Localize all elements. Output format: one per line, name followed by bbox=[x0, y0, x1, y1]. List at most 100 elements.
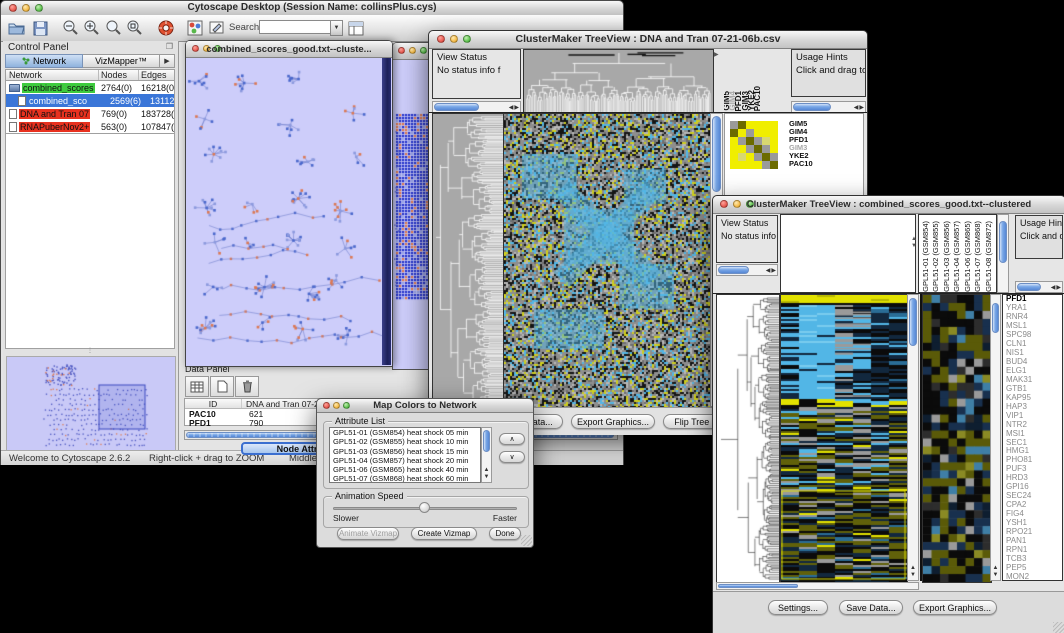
tv2-bottom-hscrollbar[interactable] bbox=[716, 582, 919, 590]
summary-cell[interactable] bbox=[770, 153, 778, 161]
hscroll-arrows[interactable]: ◀▶ bbox=[766, 265, 776, 275]
summary-cell[interactable] bbox=[738, 161, 746, 169]
summary-cell[interactable] bbox=[730, 121, 738, 129]
tab-overflow-arrow[interactable]: ▶ bbox=[160, 54, 175, 68]
summary-cell[interactable] bbox=[730, 153, 738, 161]
network-row[interactable]: RNAPuberNov2+563(0)107847(0) bbox=[6, 120, 174, 133]
hscroll-arrows[interactable]: ◀▶ bbox=[509, 102, 519, 112]
summary-cell[interactable] bbox=[762, 129, 770, 137]
summary-cell[interactable] bbox=[754, 145, 762, 153]
summary-cell[interactable] bbox=[746, 145, 754, 153]
network-row[interactable]: DNA and Tran 07769(0)183728(0) bbox=[6, 107, 174, 120]
summary-cell[interactable] bbox=[770, 137, 778, 145]
vscroll-thumb[interactable] bbox=[909, 298, 917, 346]
summary-cell[interactable] bbox=[746, 137, 754, 145]
hscroll-arrows[interactable]: ◀▶ bbox=[1051, 282, 1061, 292]
search-input[interactable] bbox=[259, 20, 331, 34]
tv2-gene-list[interactable]: PFD1YRA1RNR4MSL1SPC98CLN1NIS1BUD4ELG1MAK… bbox=[1002, 294, 1063, 581]
zoom-out-icon[interactable] bbox=[61, 18, 81, 38]
array-column-label[interactable]: GPL51-02 (GSM855) bbox=[931, 221, 942, 292]
array-column-label[interactable]: GPL51-03 (GSM856) bbox=[942, 221, 953, 292]
zoom-fit-icon[interactable] bbox=[104, 18, 124, 38]
summary-cell[interactable] bbox=[746, 129, 754, 137]
hscroll-thumb[interactable] bbox=[793, 103, 831, 111]
summary-cell[interactable] bbox=[754, 129, 762, 137]
tv1-top-dendrogram[interactable] bbox=[523, 49, 714, 113]
tv2-zoom-heatmap[interactable] bbox=[922, 294, 992, 583]
tv1-left-dendrogram[interactable] bbox=[432, 113, 504, 409]
close-button[interactable] bbox=[398, 47, 405, 54]
summary-cell[interactable] bbox=[730, 137, 738, 145]
vscroll-arrows[interactable]: ▲▼ bbox=[991, 565, 1000, 579]
tab-network[interactable]: Network bbox=[5, 54, 83, 68]
annotation-icon[interactable] bbox=[207, 18, 227, 38]
tv2-column-labels[interactable]: GPL51-01 (GSM854)GPL51-02 (GSM855)GPL51-… bbox=[918, 214, 997, 293]
summary-cell[interactable] bbox=[746, 153, 754, 161]
summary-cell[interactable] bbox=[770, 121, 778, 129]
tv2-label-arrows-icon[interactable]: ▲▼ bbox=[911, 236, 917, 250]
summary-cell[interactable] bbox=[754, 161, 762, 169]
hscroll-arrows[interactable]: ◀▶ bbox=[854, 102, 864, 112]
vscroll-arrows[interactable]: ▲▼ bbox=[482, 467, 491, 481]
summary-cell[interactable] bbox=[762, 121, 770, 129]
gene-label[interactable]: MON2 bbox=[1003, 573, 1062, 581]
summary-cell[interactable] bbox=[754, 121, 762, 129]
summary-cell[interactable] bbox=[730, 145, 738, 153]
tv1-summary-heatmap[interactable] bbox=[730, 121, 778, 169]
summary-cell[interactable] bbox=[770, 161, 778, 169]
zoom-in-icon[interactable] bbox=[82, 18, 102, 38]
hscroll-thumb[interactable] bbox=[434, 103, 479, 111]
tv1-heatmap[interactable] bbox=[503, 113, 711, 409]
tv1-column-labels[interactable]: GIM5GIM4PFD1GIM3YKE2PAC10 bbox=[724, 49, 766, 111]
network-row[interactable]: combined_scores2764(0)16218(0) bbox=[6, 81, 174, 94]
summary-cell[interactable] bbox=[770, 145, 778, 153]
help-lifering-icon[interactable] bbox=[156, 18, 176, 38]
save-icon[interactable] bbox=[30, 18, 50, 38]
tab-vizmapper[interactable]: VizMapper™ bbox=[83, 54, 160, 68]
tv1-row-labels[interactable]: GIM5GIM4PFD1GIM3YKE2PAC10 bbox=[789, 120, 813, 168]
vscroll-thumb[interactable] bbox=[999, 221, 1007, 263]
tv2-status-hscrollbar[interactable]: ◀▶ bbox=[716, 264, 778, 276]
hscroll-thumb[interactable] bbox=[718, 584, 798, 588]
attribute-item[interactable]: GPL51-01 (GSM854) heat shock 05 min bbox=[330, 428, 480, 437]
hscroll-thumb[interactable] bbox=[718, 266, 749, 274]
table-icon[interactable] bbox=[346, 18, 366, 38]
float-panel-icon[interactable]: ❐ bbox=[166, 42, 173, 51]
summary-cell[interactable] bbox=[746, 161, 754, 169]
trash-icon[interactable] bbox=[235, 376, 259, 397]
done-button[interactable]: Done bbox=[489, 527, 521, 540]
export-graphics-button[interactable]: Export Graphics... bbox=[913, 600, 997, 615]
array-column-label[interactable]: GPL51-08 (GSM872) bbox=[984, 221, 995, 292]
main-title-bar[interactable]: Cytoscape Desktop (Session Name: collins… bbox=[1, 1, 623, 16]
save-data-button[interactable]: Save Data... bbox=[839, 600, 903, 615]
summary-cell[interactable] bbox=[730, 129, 738, 137]
attribute-list-vscrollbar[interactable]: ▲▼ bbox=[481, 427, 492, 483]
tv2-left-dendrogram[interactable] bbox=[716, 294, 780, 583]
network-row[interactable]: combined_sco2569(6)13112(15) bbox=[6, 94, 174, 107]
summary-cell[interactable] bbox=[762, 137, 770, 145]
vscroll-thumb[interactable] bbox=[483, 430, 490, 452]
zoom-button[interactable] bbox=[420, 47, 427, 54]
tv1-corner-arrow-icon[interactable]: ▶ bbox=[714, 51, 719, 58]
create-vizmap-button[interactable]: Create Vizmap bbox=[411, 527, 477, 540]
resize-grip[interactable] bbox=[1053, 622, 1064, 633]
table-view-icon[interactable] bbox=[185, 376, 209, 397]
attribute-item[interactable]: GPL51-06 (GSM865) heat shock 40 min bbox=[330, 465, 480, 474]
tv2-top-vscrollbar[interactable] bbox=[997, 214, 1009, 293]
hscroll-thumb[interactable] bbox=[1017, 283, 1041, 291]
summary-cell[interactable] bbox=[738, 153, 746, 161]
resize-grip[interactable] bbox=[521, 535, 532, 546]
network-canvas[interactable] bbox=[187, 58, 382, 365]
array-column-label[interactable]: GPL51-07 (GSM868) bbox=[973, 221, 984, 292]
animate-vizmap-button[interactable]: Animate Vizmap bbox=[337, 527, 399, 540]
open-file-icon[interactable] bbox=[6, 18, 26, 38]
vscroll-thumb[interactable] bbox=[992, 303, 999, 333]
array-column-label[interactable]: GPL51-01 (GSM854) bbox=[921, 221, 932, 292]
vscroll-thumb[interactable] bbox=[712, 116, 721, 192]
summary-cell[interactable] bbox=[762, 161, 770, 169]
birdseye-view[interactable] bbox=[6, 356, 176, 451]
array-column-label[interactable]: GPL51-06 (GSM865) bbox=[963, 221, 974, 292]
grid-network-canvas[interactable] bbox=[394, 60, 430, 368]
attribute-list[interactable]: GPL51-01 (GSM854) heat shock 05 min GPL51… bbox=[329, 427, 481, 483]
network-table-header[interactable]: Network Nodes Edges bbox=[5, 69, 175, 81]
